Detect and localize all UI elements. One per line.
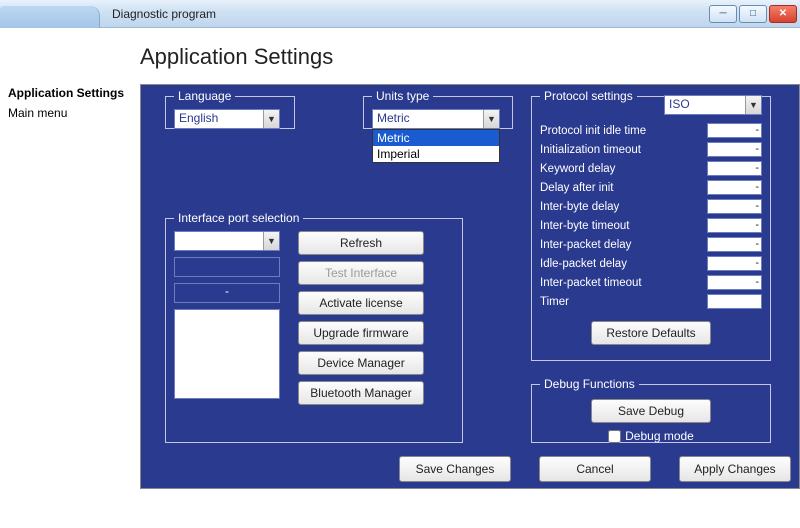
chevron-down-icon: ▼ <box>263 232 279 250</box>
protocol-row-label: Timer <box>540 296 569 308</box>
chevron-down-icon: ▼ <box>483 110 499 128</box>
sidebar-item-main-menu[interactable]: Main menu <box>4 104 136 122</box>
protocol-row: Inter-byte timeout - <box>540 216 762 235</box>
language-select[interactable]: English ▼ <box>174 109 280 129</box>
protocol-row: Inter-packet delay - <box>540 235 762 254</box>
window-title: Diagnostic program <box>112 7 216 21</box>
protocol-legend: Protocol settings <box>540 89 637 103</box>
port-group: Interface port selection ▼ - Refresh Tes… <box>165 211 463 443</box>
sidebar-item-app-settings[interactable]: Application Settings <box>4 84 136 102</box>
port-select[interactable]: ▼ <box>174 231 280 251</box>
port-value <box>175 232 263 250</box>
protocol-row: Timer <box>540 292 762 311</box>
apply-changes-button[interactable]: Apply Changes <box>679 456 791 482</box>
debug-legend: Debug Functions <box>540 377 639 391</box>
titlebar: Diagnostic program ─ □ ✕ <box>0 0 800 28</box>
protocol-select[interactable]: ISO ▼ <box>664 95 762 115</box>
bluetooth-manager-button[interactable]: Bluetooth Manager <box>298 381 424 405</box>
protocol-row-label: Keyword delay <box>540 163 615 175</box>
protocol-row-label: Initialization timeout <box>540 144 641 156</box>
protocol-row-label: Idle-packet delay <box>540 258 627 270</box>
language-group: Language English ▼ <box>165 89 295 129</box>
protocol-row-value[interactable]: - <box>707 142 762 157</box>
protocol-row: Protocol init idle time - <box>540 121 762 140</box>
protocol-row-label: Inter-packet delay <box>540 239 631 251</box>
debug-mode-checkbox[interactable] <box>608 430 621 443</box>
language-value: English <box>175 110 263 128</box>
protocol-row-label: Inter-packet timeout <box>540 277 642 289</box>
protocol-row-label: Protocol init idle time <box>540 125 646 137</box>
window-buttons: ─ □ ✕ <box>708 1 800 27</box>
refresh-button[interactable]: Refresh <box>298 231 424 255</box>
test-interface-button: Test Interface <box>298 261 424 285</box>
settings-panel: Language English ▼ Units type Metric ▼ M… <box>140 84 800 489</box>
sidebar: Application Settings Main menu <box>0 84 140 489</box>
protocol-row: Inter-byte delay - <box>540 197 762 216</box>
minimize-button[interactable]: ─ <box>709 5 737 23</box>
save-changes-button[interactable]: Save Changes <box>399 456 511 482</box>
protocol-row: Initialization timeout - <box>540 140 762 159</box>
protocol-row: Idle-packet delay - <box>540 254 762 273</box>
protocol-row-value[interactable]: - <box>707 199 762 214</box>
port-listbox[interactable] <box>174 309 280 399</box>
port-legend: Interface port selection <box>174 211 303 225</box>
chevron-down-icon: ▼ <box>745 96 761 114</box>
activate-license-button[interactable]: Activate license <box>298 291 424 315</box>
protocol-row-value[interactable]: - <box>707 180 762 195</box>
protocol-value: ISO <box>665 96 745 114</box>
titlebar-accent <box>0 6 100 28</box>
cancel-button[interactable]: Cancel <box>539 456 651 482</box>
upgrade-firmware-button[interactable]: Upgrade firmware <box>298 321 424 345</box>
protocol-row-value[interactable]: - <box>707 237 762 252</box>
restore-defaults-button[interactable]: Restore Defaults <box>591 321 711 345</box>
units-option-imperial[interactable]: Imperial <box>373 146 499 162</box>
protocol-group: Protocol settings ISO ▼ Protocol init id… <box>531 89 771 361</box>
protocol-row-value[interactable]: - <box>707 123 762 138</box>
protocol-row-value[interactable] <box>707 294 762 309</box>
protocol-row-value[interactable]: - <box>707 218 762 233</box>
protocol-row: Inter-packet timeout - <box>540 273 762 292</box>
units-legend: Units type <box>372 89 433 103</box>
units-option-metric[interactable]: Metric <box>373 130 499 146</box>
maximize-button[interactable]: □ <box>739 5 767 23</box>
units-group: Units type Metric ▼ Metric Imperial <box>363 89 513 129</box>
page-title: Application Settings <box>0 28 800 84</box>
units-dropdown: Metric Imperial <box>372 129 500 163</box>
protocol-row-value[interactable]: - <box>707 256 762 271</box>
protocol-row-label: Inter-byte delay <box>540 201 619 213</box>
protocol-row-value[interactable]: - <box>707 275 762 290</box>
protocol-row-label: Inter-byte timeout <box>540 220 629 232</box>
bottom-buttons: Save Changes Cancel Apply Changes <box>399 456 791 482</box>
units-value: Metric <box>373 110 483 128</box>
protocol-row: Delay after init - <box>540 178 762 197</box>
debug-group: Debug Functions Save Debug Debug mode <box>531 377 771 443</box>
port-field-3[interactable]: - <box>174 283 280 303</box>
protocol-row-label: Delay after init <box>540 182 614 194</box>
debug-mode-label: Debug mode <box>625 429 694 443</box>
device-manager-button[interactable]: Device Manager <box>298 351 424 375</box>
units-select[interactable]: Metric ▼ Metric Imperial <box>372 109 500 129</box>
protocol-row-value[interactable]: - <box>707 161 762 176</box>
protocol-row: Keyword delay - <box>540 159 762 178</box>
language-legend: Language <box>174 89 235 103</box>
close-button[interactable]: ✕ <box>769 5 797 23</box>
port-field-2[interactable] <box>174 257 280 277</box>
chevron-down-icon: ▼ <box>263 110 279 128</box>
save-debug-button[interactable]: Save Debug <box>591 399 711 423</box>
